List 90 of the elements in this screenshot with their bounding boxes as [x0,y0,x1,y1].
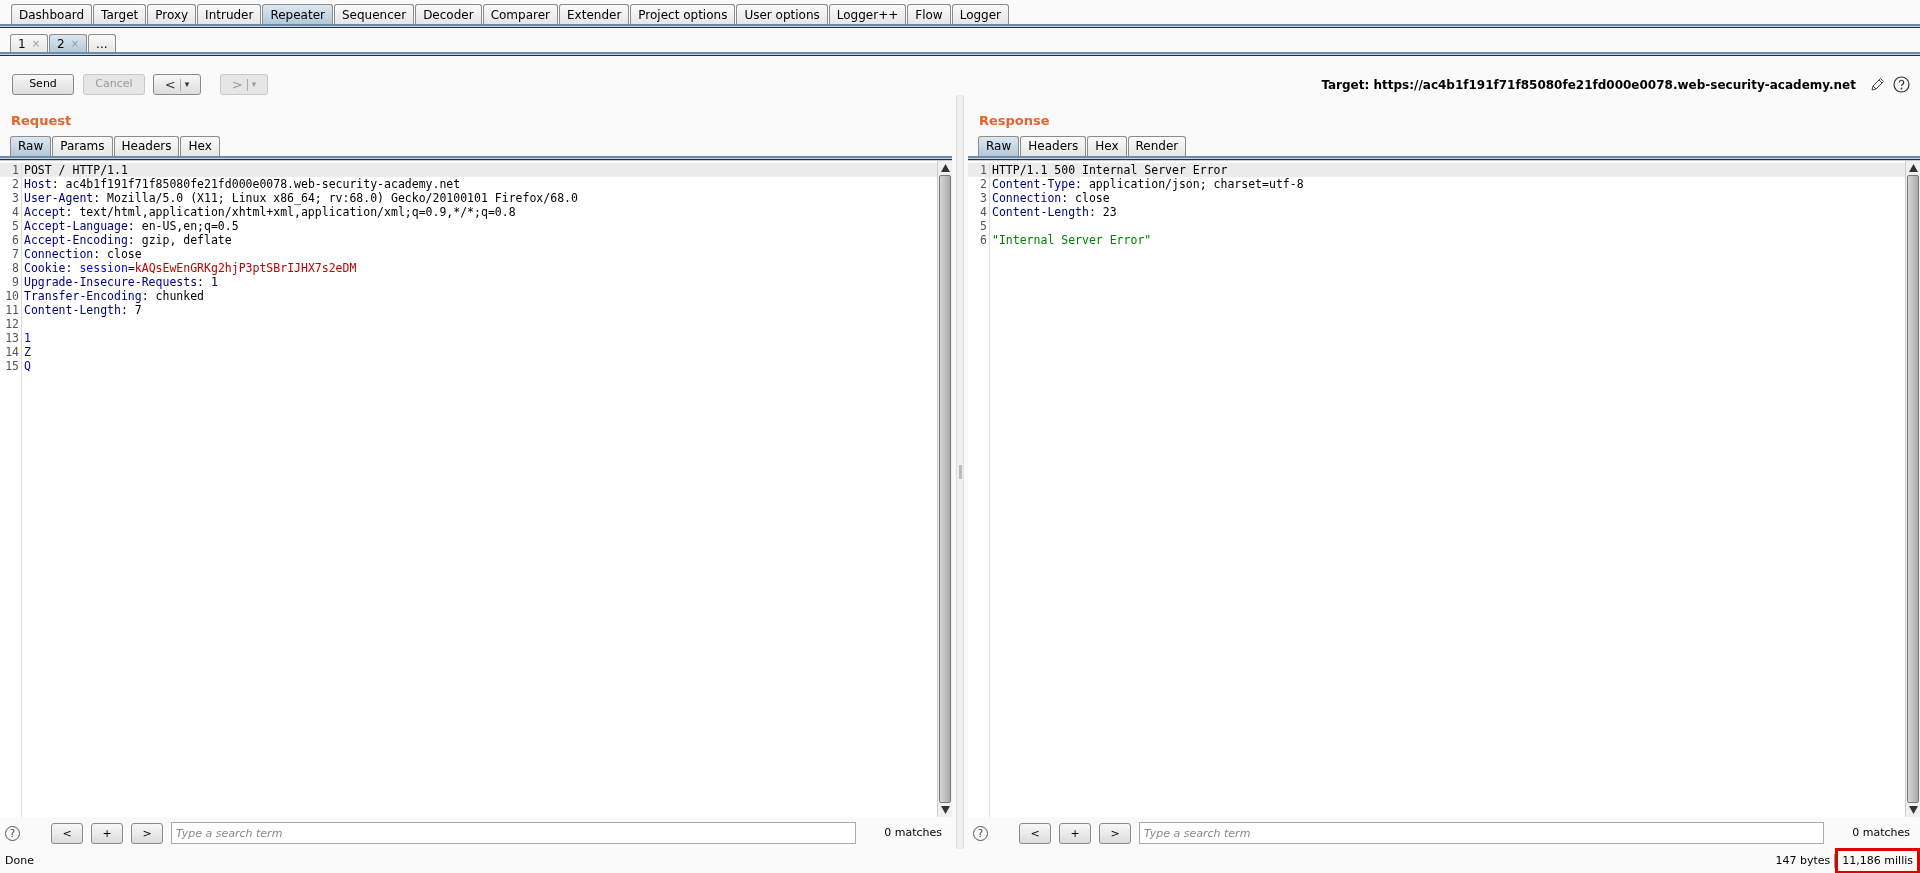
code-line: 1 [23,330,31,345]
message-editor[interactable]: 1 HTTP/1.1 500 Internal Server Error 2 Content-Type: application/json; charset=utf-8 3 Connection: close 4 Content-Length: 23 5 6 "Internal Server Error" [968,159,1920,817]
code-line: Host: ac4b1f191f71f85080fe21fd000e0078.web-security-academy.net [23,176,461,191]
line-number: 3 [0,190,22,205]
search-field[interactable]: Type a search term [1139,822,1824,844]
code-line: Q [23,358,31,373]
pane-title: Request [11,112,73,130]
line-number: 11 [0,302,22,317]
editor-tab[interactable]: Hex [1087,135,1127,156]
editor-tab[interactable]: Raw [10,135,52,156]
line-number: 7 [0,246,22,261]
main-tab[interactable]: Project options [630,4,736,24]
code-line: Content-Length: 7 [23,302,142,317]
code-line: Accept: text/html,application/xhtml+xml,application/xml;q=0.9,*/*;q=0.8 [23,204,516,219]
line-number: 15 [0,358,22,373]
main-tab[interactable]: Logger++ [828,4,907,24]
code-line: POST / HTTP/1.1 [23,162,128,177]
response-time: 11,186 millis [1835,847,1920,873]
code-line: Transfer-Encoding: chunked [23,288,204,303]
code-line: User-Agent: Mozilla/5.0 (X11; Linux x86_64; rv:68.0) Gecko/20100101 Firefox/68.0 [23,190,578,205]
match-count: 0 matches [883,824,942,841]
line-number: 3 [968,190,990,205]
line-number: 2 [968,176,990,191]
status-text: Done [5,852,34,869]
code-line: "Internal Server Error" [991,232,1152,247]
match-count: 0 matches [1851,824,1910,841]
line-number: 1 [968,162,990,177]
line-number: 2 [0,176,22,191]
line-number: 6 [0,232,22,247]
scroll-thumb[interactable] [939,174,951,803]
request-tab[interactable]: ... [88,34,116,52]
line-number: 10 [0,288,22,303]
code-line: HTTP/1.1 500 Internal Server Error [991,162,1228,177]
line-number: 14 [0,344,22,359]
target-url: Target: https://ac4b1f191f71f85080fe21fd000e0078.web-security-academy.net [1321,76,1856,94]
next-match-button[interactable]: > [131,822,163,844]
code-line: Content-Length: 23 [991,204,1117,219]
previous-match-button[interactable]: < [1019,822,1051,844]
main-tab[interactable]: Decoder [415,4,482,24]
main-tab[interactable]: Extender [559,4,630,24]
editor-tab[interactable]: Render [1127,135,1187,156]
code-line: Z [23,344,31,359]
pencil-icon[interactable] [1870,77,1885,92]
editor-tab[interactable]: Params [52,135,113,156]
editor-tab[interactable]: Hex [180,135,220,156]
code-line: Cookie: session=kAQsEwEnGRKg2hjP3ptSBrIJHX7s2eDM [23,260,357,275]
request-tab[interactable]: 1 × [10,34,49,52]
main-tab[interactable]: Intruder [197,4,262,24]
main-tab[interactable]: Dashboard [11,4,93,24]
line-number: 13 [0,330,22,345]
line-number: 1 [0,162,22,177]
add-button[interactable]: + [1059,822,1091,844]
main-tab[interactable]: Flow [907,4,951,24]
editor-tab[interactable]: Raw [978,135,1020,156]
back-button[interactable]: < ▾ [153,74,201,95]
code-line: Connection: close [23,246,142,261]
previous-match-button[interactable]: < [51,822,83,844]
line-number: 6 [968,232,990,247]
code-line: Accept-Language: en-US,en;q=0.5 [23,218,239,233]
line-number: 9 [0,274,22,289]
response-size: 147 bytes [1775,852,1832,869]
code-line: Connection: close [991,190,1110,205]
help-icon[interactable] [1893,76,1910,93]
main-tab[interactable]: Repeater [262,4,333,24]
next-match-button[interactable]: > [1099,822,1131,844]
search-field[interactable]: Type a search term [171,822,856,844]
scrollbar[interactable] [1905,160,1920,817]
code-line: Upgrade-Insecure-Requests: 1 [23,274,218,289]
pane-title: Response [979,112,1051,130]
line-number: 5 [0,218,22,233]
main-tab[interactable]: Comparer [482,4,558,24]
code-line: Content-Type: application/json; charset=utf-8 [991,176,1304,191]
line-number: 4 [0,204,22,219]
main-tab[interactable]: User options [736,4,828,24]
main-tab[interactable]: Proxy [147,4,197,24]
add-button[interactable]: + [91,822,123,844]
scrollbar[interactable] [937,160,952,817]
scroll-thumb[interactable] [1907,174,1919,803]
main-tab[interactable]: Logger [951,4,1010,24]
request-tab[interactable]: 2 × [49,34,88,52]
editor-tab[interactable]: Headers [1020,135,1087,156]
send-button[interactable]: Send [12,74,74,95]
main-tab[interactable]: Sequencer [334,4,415,24]
main-tab[interactable]: Target [93,4,147,24]
line-number: 4 [968,204,990,219]
editor-tab[interactable]: Headers [113,135,180,156]
line-number: 12 [0,316,22,331]
code-line: Accept-Encoding: gzip, deflate [23,232,232,247]
line-number: 5 [968,218,990,233]
line-number: 8 [0,260,22,275]
